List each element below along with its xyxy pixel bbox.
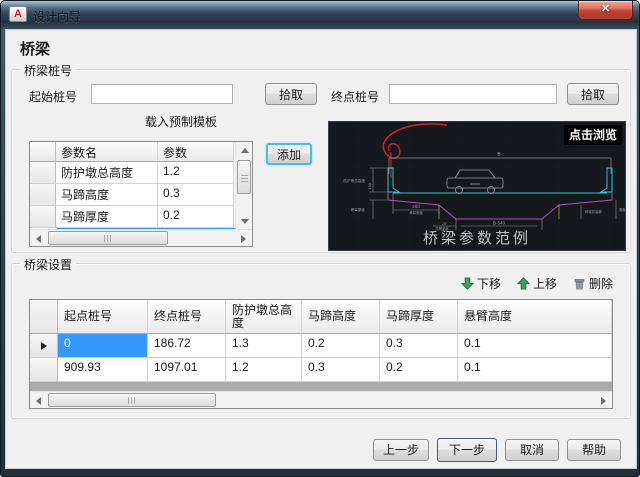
param-name-cell[interactable]: 马蹄高度 (56, 184, 158, 206)
col-header-cantilever-height[interactable]: 悬臂高度 (458, 300, 612, 334)
col-header-hoof-thickness[interactable]: 马蹄厚度 (380, 300, 458, 334)
svg-text:腹板总高度: 腹板总高度 (619, 207, 626, 212)
horizontal-scroll-thumb[interactable] (48, 393, 216, 407)
settings-table-header-row: 起点桩号 终点桩号 防护墩总高度 马蹄高度 马蹄厚度 悬臂高度 (30, 300, 612, 334)
dialog-window: A 设计向导 ✕ 桥梁 桥梁桩号 起始桩号 拾取 终点桩号 拾取 载入预制模板 … (0, 0, 640, 477)
cancel-button[interactable]: 取消 (505, 439, 559, 461)
cell-hoof-height[interactable]: 0.2 (302, 334, 380, 358)
svg-text:B: B (497, 152, 501, 158)
table-row[interactable]: 0 186.72 1.3 0.2 0.3 0.1 (30, 334, 612, 358)
help-button[interactable]: 帮助 (567, 439, 621, 461)
param-value-cell[interactable]: 1.2 (158, 162, 234, 184)
settings-table-corner (30, 300, 58, 334)
move-down-label: 下移 (477, 275, 501, 292)
param-name-cell[interactable]: 防护墩总高度 (56, 162, 158, 184)
pick-start-button[interactable]: 拾取 (265, 83, 317, 105)
svg-text:20: 20 (442, 221, 447, 226)
move-up-icon (517, 277, 530, 290)
table-row[interactable]: 防护墩总高度 1.2 (30, 162, 252, 184)
row-header[interactable] (30, 162, 56, 184)
title-bar[interactable]: A 设计向导 ✕ (1, 1, 639, 29)
move-up-label: 上移 (533, 275, 557, 292)
vertical-scroll-thumb[interactable] (237, 160, 251, 194)
window-title: 设计向导 (33, 8, 81, 25)
add-button[interactable]: 添加 (266, 143, 312, 165)
horizontal-scroll-thumb[interactable] (48, 231, 168, 245)
svg-text:B-540: B-540 (493, 221, 506, 226)
move-down-icon (461, 277, 474, 290)
preview-caption: 桥梁参数范例 (329, 227, 625, 248)
table-row[interactable]: 马蹄高度 0.3 (30, 184, 252, 206)
param-template-table[interactable]: 参数名 参数 防护墩总高度 1.2 马蹄高度 0.3 马蹄厚度 0.2 (29, 141, 253, 247)
click-to-browse-badge[interactable]: 点击浏览 (564, 125, 622, 145)
param-value-cell[interactable]: 0.3 (158, 184, 234, 206)
cell-end-stake[interactable]: 186.72 (148, 334, 226, 358)
page-title: 桥梁 (20, 38, 50, 59)
move-up-action[interactable]: 上移 (517, 274, 557, 292)
cell-hoof-height[interactable]: 0.3 (302, 358, 380, 382)
cell-guard-height[interactable]: 1.3 (226, 334, 302, 358)
col-header-end-stake[interactable]: 终点桩号 (148, 300, 226, 334)
param-name-cell[interactable]: 马蹄厚度 (56, 206, 158, 228)
svg-text:桥梁总高度: 桥梁总高度 (585, 209, 603, 214)
param-table-corner (30, 142, 56, 162)
col-header-start-stake[interactable]: 起点桩号 (58, 300, 148, 334)
row-indicator[interactable] (30, 334, 58, 358)
settings-table-horizontal-scrollbar[interactable] (30, 391, 612, 408)
group-bridge-settings-label: 桥梁设置 (20, 256, 76, 273)
row-indicator[interactable] (30, 358, 58, 382)
table-actions: 下移 上移 删除 (401, 274, 613, 292)
svg-text:防护墩总高度: 防护墩总高度 (343, 178, 365, 183)
svg-text:悬臂宽度: 悬臂宽度 (409, 210, 423, 215)
scroll-down-icon[interactable] (236, 213, 253, 230)
load-template-label: 载入预制模板 (61, 113, 301, 130)
cell-hoof-thickness[interactable]: 0.3 (380, 334, 458, 358)
table-row[interactable]: 马蹄厚度 0.2 (30, 206, 252, 228)
end-stake-input[interactable] (389, 84, 557, 104)
col-header-hoof-height[interactable]: 马蹄高度 (302, 300, 380, 334)
move-down-action[interactable]: 下移 (461, 274, 501, 292)
row-header[interactable] (30, 184, 56, 206)
param-value-cell[interactable]: 0.2 (158, 206, 234, 228)
delete-label: 删除 (589, 275, 613, 292)
svg-text:200: 200 (412, 204, 420, 209)
next-step-button[interactable]: 下一步 (437, 438, 497, 462)
svg-text:130: 130 (367, 182, 372, 189)
cell-hoof-thickness[interactable]: 0.2 (380, 358, 458, 382)
svg-text:悬臂厚度: 悬臂厚度 (351, 207, 366, 212)
cell-guard-height[interactable]: 1.2 (226, 358, 302, 382)
scroll-up-icon[interactable] (236, 142, 253, 159)
cell-cantilever-height[interactable]: 0.1 (458, 358, 612, 382)
cell-start-stake[interactable]: 0 (58, 334, 148, 358)
cell-cantilever-height[interactable]: 0.1 (458, 334, 612, 358)
param-table-header-row: 参数名 参数 (30, 142, 252, 162)
cell-start-stake[interactable]: 909.93 (58, 358, 148, 382)
group-bridge-stakes-label: 桥梁桩号 (20, 62, 76, 79)
param-table-header-name[interactable]: 参数名 (56, 142, 158, 162)
bridge-settings-table[interactable]: 起点桩号 终点桩号 防护墩总高度 马蹄高度 马蹄厚度 悬臂高度 0 186.72… (29, 299, 613, 409)
row-header[interactable] (30, 206, 56, 228)
trash-icon (573, 277, 586, 290)
scroll-left-icon[interactable] (30, 392, 47, 409)
table-row[interactable]: 909.93 1097.01 1.2 0.3 0.2 0.1 (30, 358, 612, 382)
param-table-header-value[interactable]: 参数 (158, 142, 234, 162)
scroll-right-icon[interactable] (595, 392, 612, 409)
start-stake-label: 起始桩号 (29, 88, 77, 105)
end-stake-label: 终点桩号 (331, 88, 379, 105)
scroll-right-icon[interactable] (235, 230, 252, 247)
col-header-guard-height[interactable]: 防护墩总高度 (226, 300, 302, 334)
start-stake-input[interactable] (91, 84, 233, 104)
delete-action[interactable]: 删除 (573, 274, 613, 292)
param-table-vertical-scrollbar[interactable] (235, 142, 252, 230)
pick-end-button[interactable]: 拾取 (567, 83, 619, 105)
current-row-arrow-icon (41, 342, 47, 350)
close-button[interactable]: ✕ (578, 1, 633, 20)
cell-end-stake[interactable]: 1097.01 (148, 358, 226, 382)
bridge-preview-image[interactable]: B 防护墩总 (328, 121, 626, 251)
previous-step-button[interactable]: 上一步 (373, 439, 429, 461)
autocad-app-icon: A (9, 6, 27, 22)
param-table-horizontal-scrollbar[interactable] (30, 229, 252, 246)
scroll-left-icon[interactable] (30, 230, 47, 247)
